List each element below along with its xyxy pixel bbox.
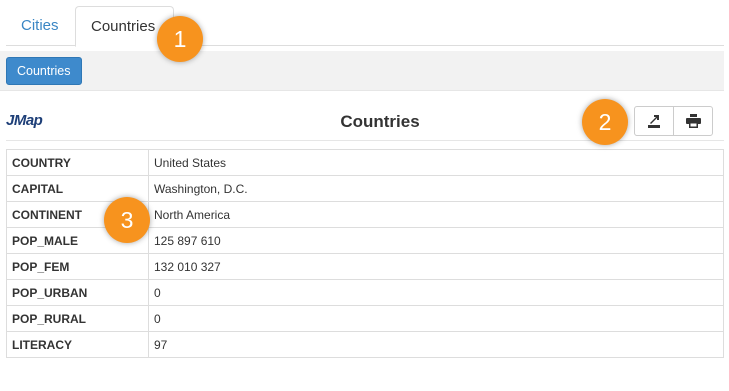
callout-badge-3: 3: [104, 197, 150, 243]
toolbar: Countries: [0, 51, 724, 91]
tab-bar: Cities Countries: [6, 0, 724, 47]
attribute-value: North America: [148, 201, 724, 228]
attribute-value: United States: [148, 149, 724, 176]
table-row: COUNTRY United States: [6, 149, 724, 176]
table-row: POP_FEM 132 010 327: [6, 253, 724, 280]
export-button[interactable]: [635, 107, 673, 135]
attribute-value: 132 010 327: [148, 253, 724, 280]
countries-button[interactable]: Countries: [6, 57, 82, 85]
table-row: CAPITAL Washington, D.C.: [6, 175, 724, 202]
attribute-value: 0: [148, 305, 724, 332]
callout-badge-1: 1: [157, 16, 203, 62]
attribute-key: COUNTRY: [6, 149, 149, 176]
attribute-key: POP_URBAN: [6, 279, 149, 306]
attribute-key: LITERACY: [6, 331, 149, 358]
attribute-value: Washington, D.C.: [148, 175, 724, 202]
attribute-key: POP_RURAL: [6, 305, 149, 332]
table-row: POP_RURAL 0: [6, 305, 724, 332]
printer-icon: [685, 114, 701, 128]
tab-cities[interactable]: Cities: [6, 6, 74, 47]
export-icon: [648, 114, 660, 128]
jmap-logo: JMap: [6, 112, 43, 129]
table-row: POP_URBAN 0: [6, 279, 724, 306]
print-button[interactable]: [673, 107, 712, 135]
page-title: Countries: [340, 112, 420, 131]
attributes-table: COUNTRY United States CAPITAL Washington…: [6, 149, 724, 358]
attribute-value: 125 897 610: [148, 227, 724, 254]
table-row: LITERACY 97: [6, 331, 724, 358]
attribute-key: POP_FEM: [6, 253, 149, 280]
attribute-value: 97: [148, 331, 724, 358]
attribute-value: 0: [148, 279, 724, 306]
header-button-group: [634, 106, 713, 136]
callout-badge-2: 2: [582, 99, 628, 145]
